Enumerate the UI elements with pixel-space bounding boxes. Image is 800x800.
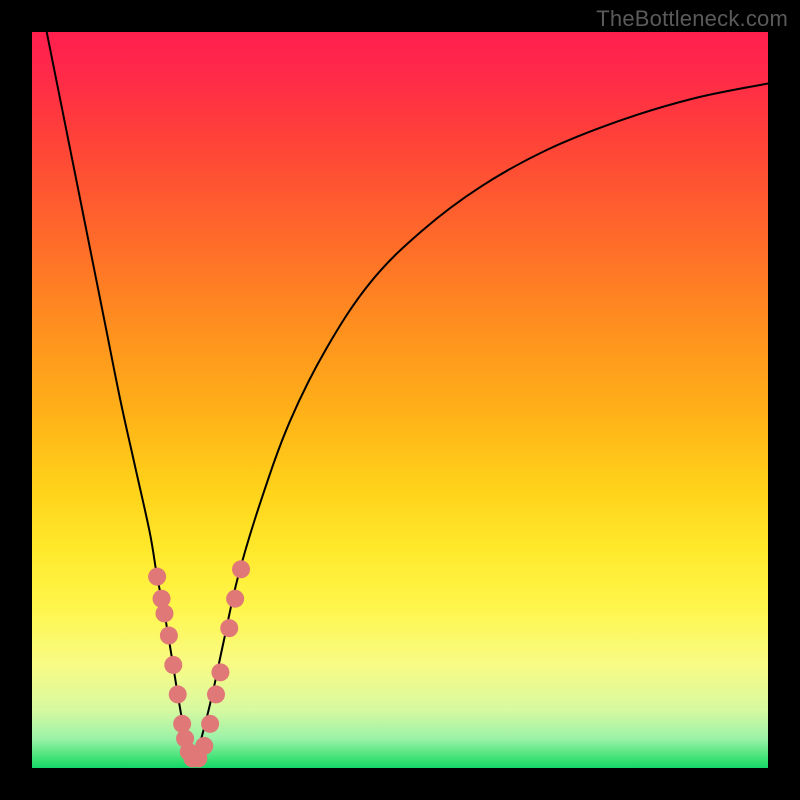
data-marker xyxy=(160,627,178,645)
left-curve xyxy=(47,32,194,761)
data-marker xyxy=(148,568,166,586)
curve-layer xyxy=(32,32,768,768)
data-marker xyxy=(201,715,219,733)
data-marker xyxy=(220,619,238,637)
right-curve xyxy=(194,84,768,761)
marker-group xyxy=(148,560,250,767)
data-marker xyxy=(164,656,182,674)
data-marker xyxy=(155,604,173,622)
data-marker xyxy=(211,663,229,681)
plot-area xyxy=(32,32,768,768)
data-marker xyxy=(226,590,244,608)
data-marker xyxy=(232,560,250,578)
data-marker xyxy=(169,685,187,703)
data-marker xyxy=(195,737,213,755)
data-marker xyxy=(207,685,225,703)
watermark-text: TheBottleneck.com xyxy=(596,6,788,32)
outer-frame: TheBottleneck.com xyxy=(0,0,800,800)
